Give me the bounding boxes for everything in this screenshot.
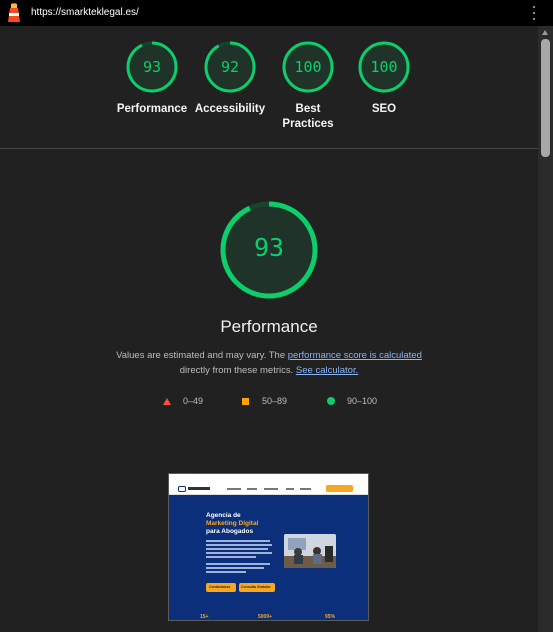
legend-average: 50–89 xyxy=(242,394,287,408)
gauge-score: 100 xyxy=(370,58,398,76)
gauge-accessibility[interactable]: 92 xyxy=(204,41,256,93)
gauge-label-best-practices[interactable]: Best Practices xyxy=(270,102,346,132)
thumb-text-line xyxy=(206,552,272,554)
thumb-top-strip xyxy=(169,474,368,483)
thumb-logo-icon xyxy=(178,486,186,492)
thumb-text-line xyxy=(206,540,270,542)
thumb-stat-1: 15+ xyxy=(200,614,209,620)
legend-pass: 90–100 xyxy=(327,394,377,408)
desc-text: Values are estimated and may vary. The xyxy=(116,350,288,361)
gauge-best-practices[interactable]: 100 xyxy=(282,41,334,93)
thumb-stat-2: 5000+ xyxy=(258,614,273,620)
thumb-headline-1: Agencia de xyxy=(206,512,241,519)
performance-score: 93 xyxy=(253,233,285,262)
thumb-button-2-label: Consulta Gratuita xyxy=(241,585,271,589)
desc-text-2: directly from these metrics. xyxy=(179,364,296,376)
scrollbar-thumb[interactable] xyxy=(541,39,550,157)
thumb-stat-3: 95% xyxy=(325,614,336,620)
thumb-button-1-label: Contáctanos xyxy=(209,585,231,589)
thumb-headline-3: para Abogados xyxy=(206,528,254,535)
gauge-label-seo[interactable]: SEO xyxy=(344,102,424,117)
gauge-score: 92 xyxy=(220,58,240,76)
legend-range: 0–49 xyxy=(183,396,204,406)
thumb-text-line xyxy=(206,563,270,565)
thumb-menu-item xyxy=(300,488,311,490)
see-calculator-link[interactable]: See calculator. xyxy=(296,365,358,376)
thumb-menu-item xyxy=(286,488,294,490)
gauge-seo[interactable]: 100 xyxy=(358,41,410,93)
thumb-menu-item xyxy=(227,488,241,490)
thumb-menu-item xyxy=(247,488,257,490)
score-calculated-link[interactable]: performance score is calculated xyxy=(288,350,422,361)
legend-fail: 0–49 xyxy=(163,394,203,408)
gauge-score: 93 xyxy=(142,58,162,76)
gauge-label-performance[interactable]: Performance xyxy=(110,102,194,117)
scroll-up-arrow-icon[interactable] xyxy=(542,30,548,35)
thumb-hero xyxy=(169,495,368,620)
circle-icon xyxy=(327,397,335,405)
thumb-menu-item xyxy=(264,488,278,490)
page-screenshot-thumbnail[interactable]: Agencia de Marketing Digital para Abogad… xyxy=(168,473,369,621)
thumb-text-line xyxy=(206,544,272,546)
page-url[interactable]: https://smarkteklegal.es/ xyxy=(31,7,139,18)
legend-range: 90–100 xyxy=(347,396,378,406)
thumb-cta-button xyxy=(326,485,353,492)
thumb-office-photo xyxy=(284,534,336,568)
square-icon xyxy=(242,397,249,405)
section-divider xyxy=(0,148,538,149)
thumb-text-line xyxy=(206,548,268,550)
gauge-score: 100 xyxy=(294,58,322,76)
gauge-performance[interactable]: 93 xyxy=(126,41,178,93)
performance-title: Performance xyxy=(220,317,318,336)
thumb-headline-2: Marketing Digital xyxy=(206,520,259,527)
gauge-label-accessibility[interactable]: Accessibility xyxy=(188,102,272,117)
thumb-text-line xyxy=(206,567,264,569)
performance-gauge-large: 93 xyxy=(219,200,319,300)
lighthouse-logo-icon xyxy=(8,3,20,22)
triangle-icon xyxy=(163,397,171,405)
thumb-brand xyxy=(188,487,210,490)
thumb-text-line xyxy=(206,571,246,573)
legend-range: 50–89 xyxy=(262,396,288,406)
kebab-menu-icon[interactable] xyxy=(530,5,538,21)
performance-description: Values are estimated and may vary. The p… xyxy=(100,349,438,378)
url-bar: https://smarkteklegal.es/ xyxy=(0,0,553,26)
thumb-text-line xyxy=(206,556,256,558)
